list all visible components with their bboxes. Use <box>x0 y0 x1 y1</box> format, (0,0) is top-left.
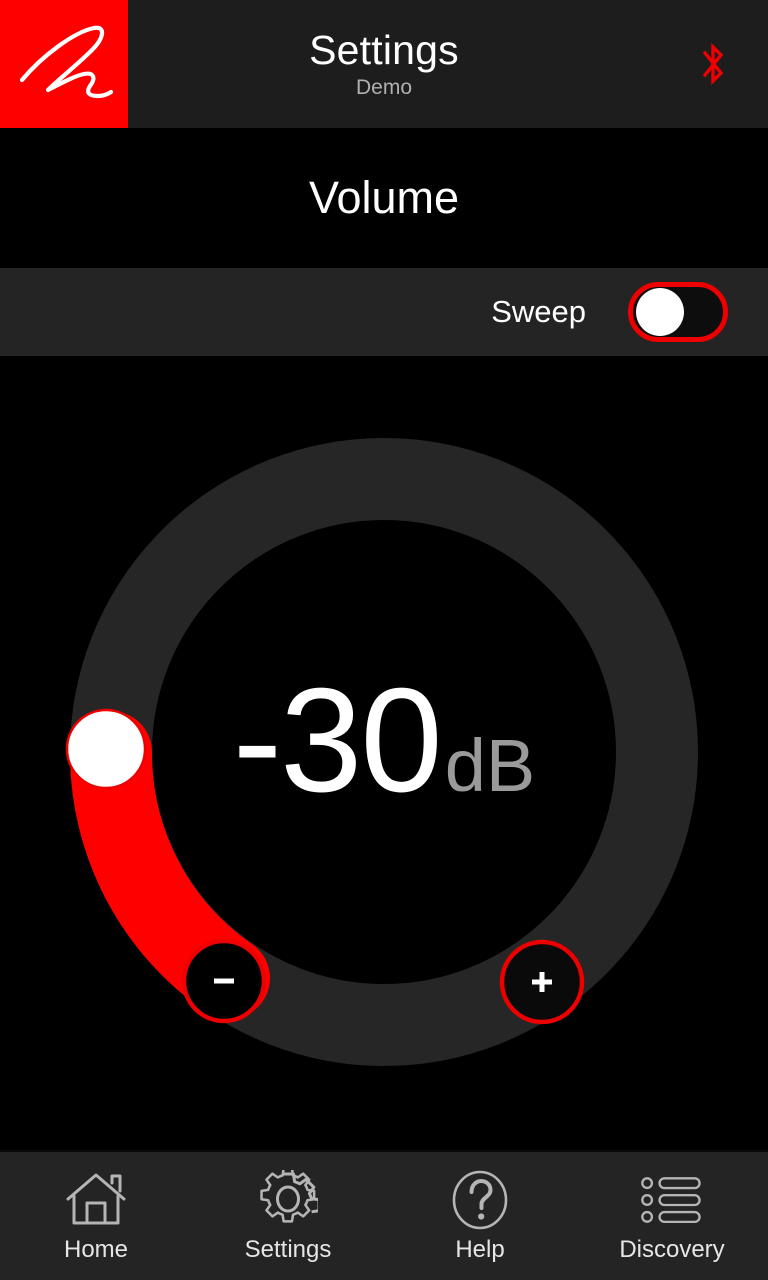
nav-item-settings[interactable]: Settings <box>192 1152 384 1280</box>
sweep-toggle[interactable] <box>628 282 728 342</box>
app-header: Settings Demo <box>0 0 768 128</box>
page-title: Settings <box>309 27 459 73</box>
nav-label-settings: Settings <box>244 1236 332 1263</box>
app-root: Settings Demo Volume Sweep -30 dB Home S… <box>0 0 768 1280</box>
mcintosh-signature-logo <box>12 18 116 110</box>
nav-item-home[interactable]: Home <box>0 1152 192 1280</box>
section-title-bar: Volume <box>0 128 768 268</box>
nav-item-help[interactable]: Help <box>384 1152 576 1280</box>
list-icon <box>640 1169 704 1231</box>
nav-label-help: Help <box>455 1236 505 1263</box>
dial-knob[interactable] <box>65 708 147 790</box>
nav-label-home: Home <box>63 1236 129 1263</box>
sweep-toggle-knob <box>636 288 684 336</box>
bottom-navigation: Home Settings Help Discovery <box>0 1150 768 1280</box>
sweep-label: Sweep <box>491 294 586 329</box>
minus-glyph <box>214 978 234 984</box>
bluetooth-icon[interactable] <box>696 40 730 88</box>
nav-item-discovery[interactable]: Discovery <box>576 1152 768 1280</box>
volume-dial-area: -30 dB <box>0 356 768 1150</box>
gear-icon <box>256 1169 320 1231</box>
volume-increase-button[interactable] <box>499 939 585 1025</box>
header-subtitle: Demo <box>355 76 413 99</box>
plus-glyph-v <box>539 972 545 992</box>
nav-label-discovery: Discovery <box>619 1236 725 1263</box>
sweep-row: Sweep <box>0 268 768 356</box>
question-mark-circle-icon <box>448 1169 512 1231</box>
volume-dial[interactable] <box>0 356 768 1150</box>
home-icon <box>64 1169 128 1231</box>
section-title: Volume <box>308 172 460 223</box>
volume-decrease-button[interactable] <box>181 938 267 1024</box>
brand-logo-tile[interactable] <box>0 0 128 128</box>
